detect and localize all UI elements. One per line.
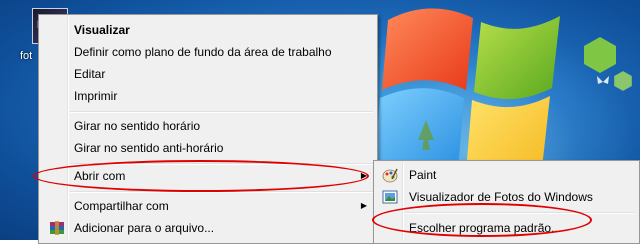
menu-item-adicionar-arquivo[interactable]: Adicionar para o arquivo...	[41, 217, 375, 239]
menu-item-label: Girar no sentido horário	[74, 119, 201, 133]
hexagon-decoration-icon	[614, 71, 632, 91]
photo-viewer-icon	[382, 190, 398, 204]
butterfly-icon	[597, 76, 609, 84]
menu-item-label: Editar	[74, 67, 106, 81]
menu-item-girar-horario[interactable]: Girar no sentido horário	[41, 115, 375, 137]
submenu-item-label: Visualizador de Fotos do Windows	[409, 190, 593, 204]
menu-item-label: Abrir com	[74, 169, 126, 183]
menu-item-definir-plano-de-fundo[interactable]: Definir como plano de fundo da área de t…	[41, 41, 375, 63]
winrar-icon	[50, 221, 64, 235]
submenu-arrow-icon: ▶	[360, 171, 367, 180]
menu-separator	[405, 212, 635, 214]
open-with-submenu: Paint Visualizador de Fotos do Windows E…	[373, 160, 640, 244]
context-menu: Visualizar Definir como plano de fundo d…	[38, 14, 378, 244]
menu-item-imprimir[interactable]: Imprimir	[41, 85, 375, 107]
menu-item-label: Visualizar	[74, 23, 130, 37]
menu-item-visualizar[interactable]: Visualizar	[41, 19, 375, 41]
menu-separator	[70, 191, 373, 193]
submenu-item-visualizador-fotos[interactable]: Visualizador de Fotos do Windows	[376, 186, 637, 208]
menu-item-label: Compartilhar com	[74, 199, 169, 213]
submenu-arrow-icon: ▶	[360, 201, 367, 210]
menu-item-label: Girar no sentido anti-horário	[74, 141, 224, 155]
submenu-item-paint[interactable]: Paint	[376, 164, 637, 186]
submenu-item-label: Escolher programa padrão...	[409, 221, 562, 235]
menu-item-compartilhar-com[interactable]: Compartilhar com ▶	[41, 195, 375, 217]
desktop-file-label: fot	[20, 50, 33, 62]
submenu-item-escolher-programa[interactable]: Escolher programa padrão...	[376, 217, 637, 239]
menu-item-girar-anti-horario[interactable]: Girar no sentido anti-horário	[41, 137, 375, 159]
menu-item-label: Definir como plano de fundo da área de t…	[74, 45, 332, 59]
menu-separator	[70, 111, 373, 113]
submenu-item-label: Paint	[409, 168, 437, 182]
paint-icon	[382, 168, 398, 183]
hexagon-decoration-icon	[584, 37, 616, 73]
menu-item-label: Adicionar para o arquivo...	[74, 221, 215, 235]
menu-item-label: Imprimir	[74, 89, 118, 103]
menu-item-abrir-com[interactable]: Abrir com ▶	[41, 165, 375, 187]
menu-item-editar[interactable]: Editar	[41, 63, 375, 85]
